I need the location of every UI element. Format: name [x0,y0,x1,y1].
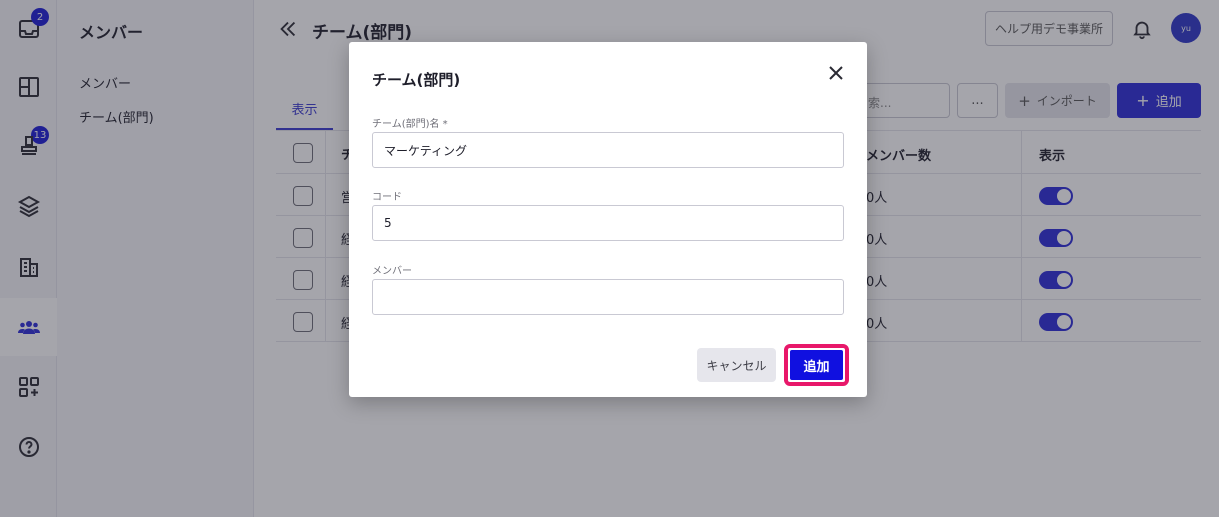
team-name-field[interactable]: マーケティング [372,132,844,168]
member-label: メンバー [372,266,412,277]
member-field[interactable] [372,279,844,315]
team-name-label: チーム(部門)名 * [372,119,448,130]
code-field[interactable]: 5 [372,205,844,241]
dialog-title: チーム(部門) [372,71,461,89]
team-dialog: チーム(部門) チーム(部門)名 * マーケティング コード 5 メンバー キャ… [349,42,867,397]
close-icon [829,66,843,80]
confirm-add-button[interactable]: 追加 [790,350,843,380]
cancel-button[interactable]: キャンセル [697,348,776,382]
close-button[interactable] [825,62,847,84]
add-button-highlight: 追加 [784,344,849,386]
code-label: コード [372,192,402,203]
